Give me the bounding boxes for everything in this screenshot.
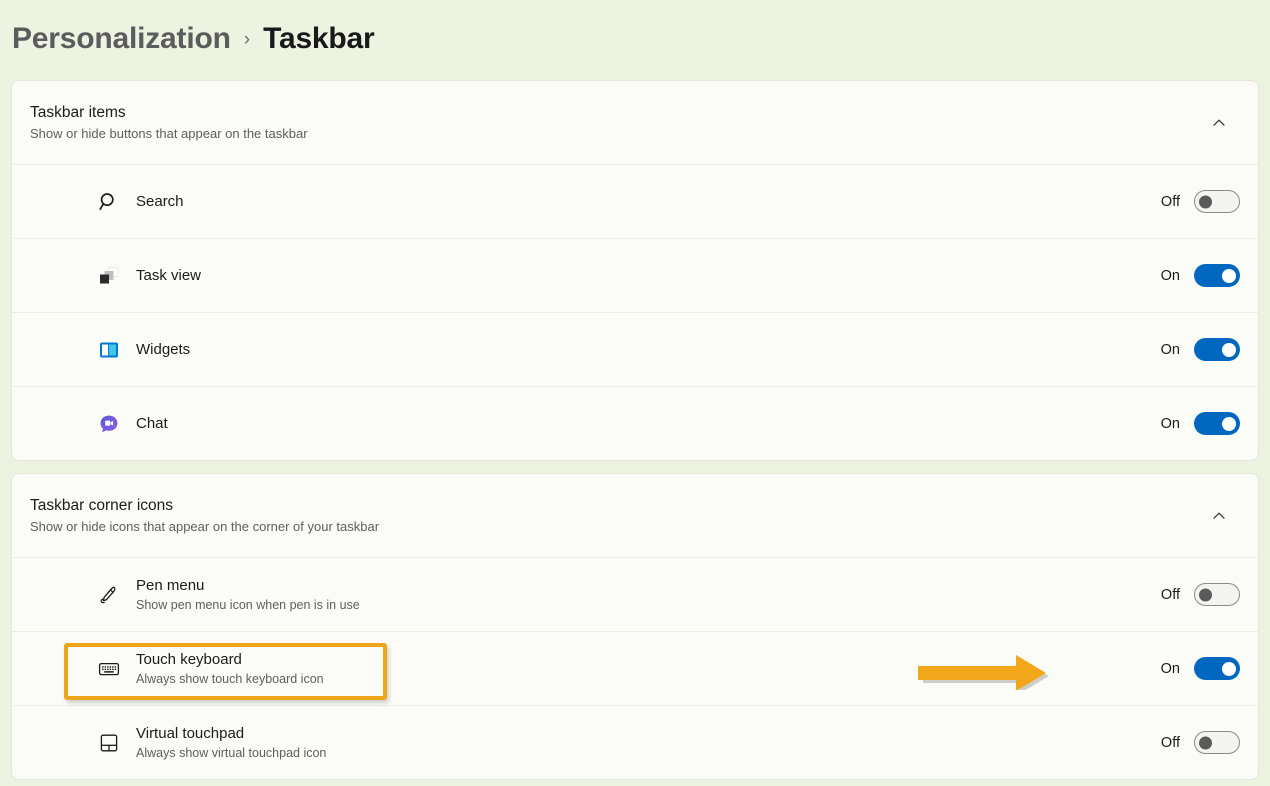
toggle-knob	[1222, 342, 1236, 357]
row-label: Virtual touchpad	[136, 725, 245, 742]
row-search[interactable]: Search Off	[12, 164, 1258, 238]
toggle-widgets[interactable]	[1194, 338, 1240, 361]
card-taskbar-corner-icons: Taskbar corner icons Show or hide icons …	[11, 473, 1259, 780]
toggle-search[interactable]	[1194, 190, 1240, 213]
card-subtitle: Show or hide buttons that appear on the …	[30, 126, 308, 141]
row-text: Pen menu Show pen menu icon when pen is …	[96, 575, 1156, 614]
row-pen-menu[interactable]: Pen menu Show pen menu icon when pen is …	[12, 557, 1258, 631]
row-sublabel: Show pen menu icon when pen is in use	[136, 598, 360, 612]
breadcrumb: Personalization › Taskbar	[0, 0, 1270, 80]
toggle-knob	[1222, 416, 1236, 431]
row-widgets[interactable]: Widgets On	[12, 312, 1258, 386]
card-header-taskbar-corner-icons[interactable]: Taskbar corner icons Show or hide icons …	[12, 474, 1258, 557]
toggle-knob	[1199, 195, 1212, 208]
row-task-view[interactable]: Task view On	[12, 238, 1258, 312]
card-title: Taskbar items	[30, 104, 126, 121]
toggle-pen-menu[interactable]	[1194, 583, 1240, 606]
toggle-knob	[1199, 736, 1212, 749]
row-text: Virtual touchpad Always show virtual tou…	[96, 723, 1156, 762]
toggle-chat[interactable]	[1194, 412, 1240, 435]
card-subtitle: Show or hide icons that appear on the co…	[30, 519, 380, 534]
row-text: Search	[96, 191, 1156, 212]
toggle-group-widgets: On	[1156, 338, 1240, 361]
row-label: Task view	[136, 267, 202, 284]
toggle-virtual-touchpad[interactable]	[1194, 731, 1240, 754]
pen-menu-icon	[96, 582, 122, 608]
toggle-touch-keyboard[interactable]	[1194, 657, 1240, 680]
toggle-group-task-view: On	[1156, 264, 1240, 287]
row-touch-keyboard[interactable]: Touch keyboard Always show touch keyboar…	[12, 631, 1258, 705]
toggle-task-view[interactable]	[1194, 264, 1240, 287]
row-label: Chat	[136, 415, 168, 432]
toggle-state-label: Off	[1160, 734, 1180, 751]
row-chat[interactable]: Chat On	[12, 386, 1258, 460]
card-header-text: Taskbar items Show or hide buttons that …	[30, 102, 1202, 143]
row-sublabel: Always show touch keyboard icon	[136, 672, 324, 686]
search-icon	[96, 189, 122, 215]
row-text: Widgets	[96, 339, 1156, 360]
touch-keyboard-icon	[96, 656, 122, 682]
toggle-state-label: On	[1160, 415, 1180, 432]
row-label: Touch keyboard	[136, 651, 242, 668]
row-text: Task view	[96, 265, 1156, 286]
toggle-group-virtual-touchpad: Off	[1156, 731, 1240, 754]
card-header-text: Taskbar corner icons Show or hide icons …	[30, 495, 1202, 536]
card-header-taskbar-items[interactable]: Taskbar items Show or hide buttons that …	[12, 81, 1258, 164]
toggle-state-label: On	[1160, 341, 1180, 358]
task-view-icon	[96, 263, 122, 289]
toggle-knob	[1199, 588, 1212, 601]
toggle-group-search: Off	[1156, 190, 1240, 213]
toggle-knob	[1222, 268, 1236, 283]
settings-page: Personalization › Taskbar Taskbar items …	[0, 0, 1270, 786]
toggle-group-touch-keyboard: On	[1156, 657, 1240, 680]
toggle-group-chat: On	[1156, 412, 1240, 435]
toggle-state-label: Off	[1160, 193, 1180, 210]
row-virtual-touchpad[interactable]: Virtual touchpad Always show virtual tou…	[12, 705, 1258, 779]
widgets-icon	[96, 337, 122, 363]
toggle-group-pen-menu: Off	[1156, 583, 1240, 606]
card-taskbar-items: Taskbar items Show or hide buttons that …	[11, 80, 1259, 461]
toggle-state-label: On	[1160, 267, 1180, 284]
row-label: Search	[136, 193, 184, 210]
row-text: Chat	[96, 413, 1156, 434]
row-text: Touch keyboard Always show touch keyboar…	[96, 649, 1156, 688]
chat-icon	[96, 411, 122, 437]
breadcrumb-parent-link[interactable]: Personalization	[12, 22, 231, 56]
page-title: Taskbar	[263, 22, 375, 55]
row-label: Pen menu	[136, 577, 205, 594]
row-sublabel: Always show virtual touchpad icon	[136, 746, 327, 760]
chevron-up-icon[interactable]	[1202, 499, 1236, 533]
toggle-state-label: Off	[1160, 586, 1180, 603]
virtual-touchpad-icon	[96, 730, 122, 756]
chevron-up-icon[interactable]	[1202, 106, 1236, 140]
card-title: Taskbar corner icons	[30, 497, 174, 514]
row-label: Widgets	[136, 341, 191, 358]
toggle-state-label: On	[1160, 660, 1180, 677]
toggle-knob	[1222, 661, 1236, 676]
chevron-right-icon: ›	[243, 29, 251, 50]
